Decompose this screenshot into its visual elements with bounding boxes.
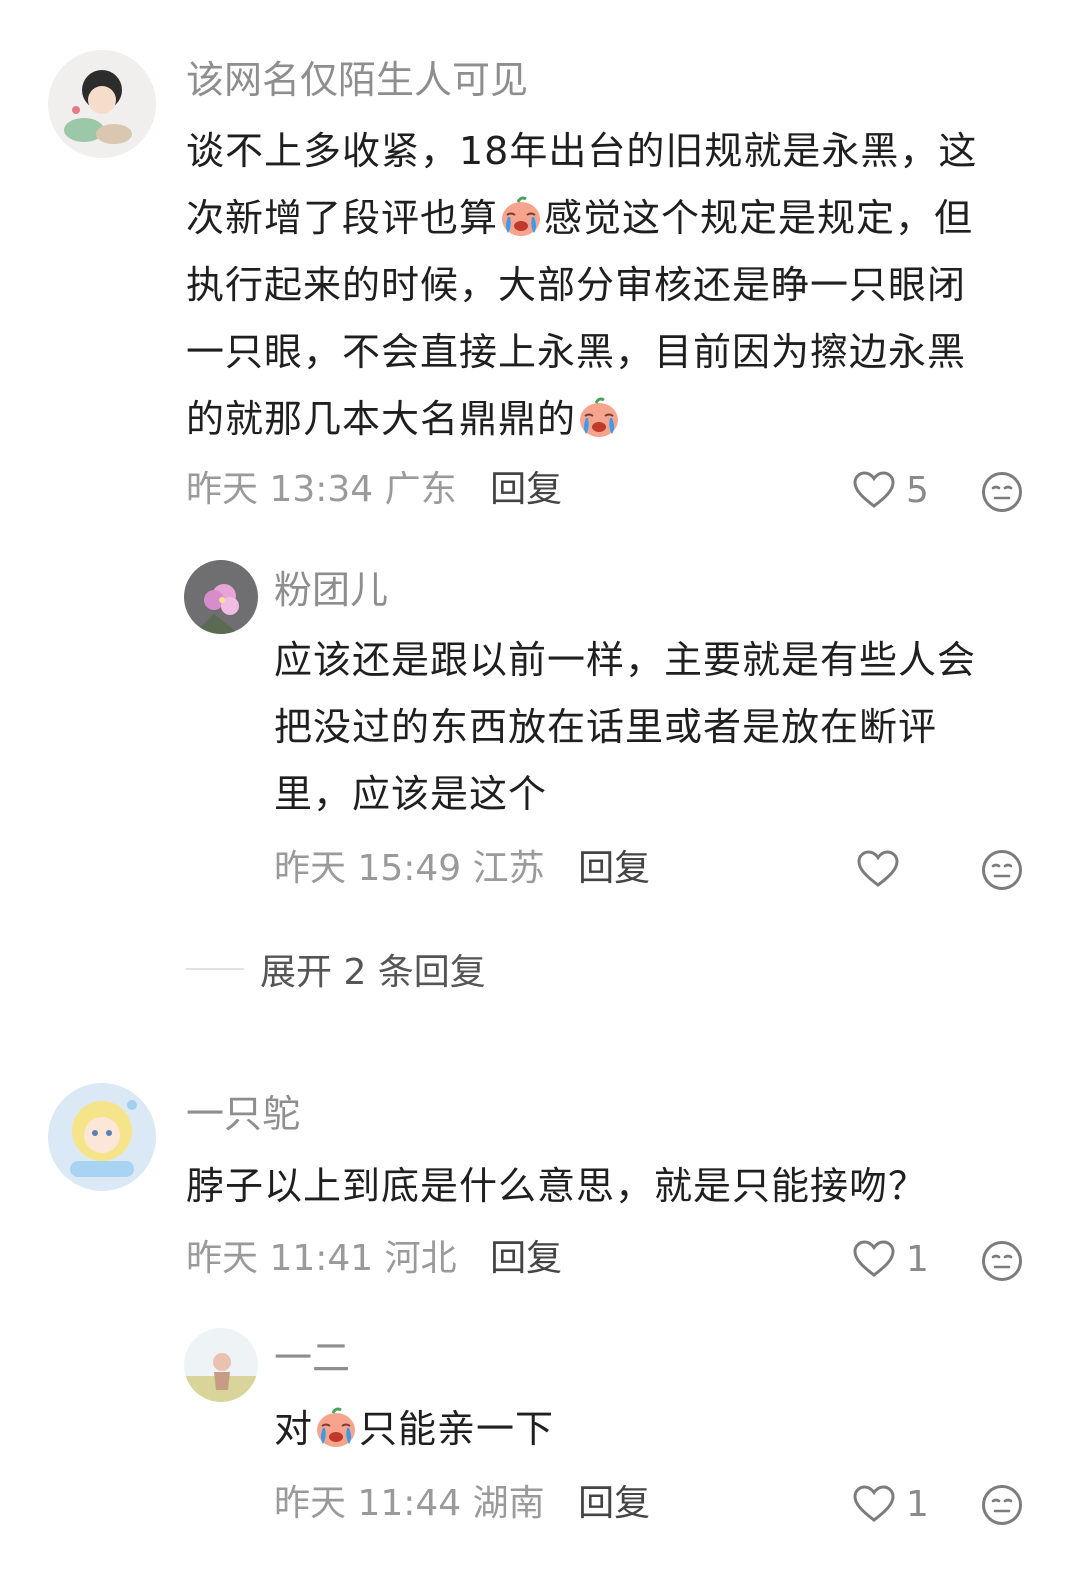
comment-text: 对只能亲一下 <box>274 1396 1064 1463</box>
timestamp: 昨天 11:44 <box>274 1483 462 1524</box>
timestamp: 昨天 13:34 <box>186 469 374 510</box>
expand-replies-label: 展开 2 条回复 <box>260 952 486 993</box>
heart-outline-icon <box>856 849 900 889</box>
username[interactable]: 粉团儿 <box>274 566 388 614</box>
comment-text-line: 里，应该是这个 <box>274 772 548 816</box>
comment-text-line: 一只眼，不会直接上永黑，目前因为擦边永黑 <box>186 330 967 374</box>
comment-text: 脖子以上到底是什么意思，就是只能接吻？ <box>186 1153 1056 1220</box>
like-count: 5 <box>906 469 929 511</box>
heart-outline-icon <box>852 1239 896 1279</box>
neutral-face-icon[interactable] <box>981 1484 1023 1526</box>
location: 湖南 <box>472 1483 545 1524</box>
expand-replies-button[interactable]: 展开 2 条回复 <box>186 945 486 993</box>
comment-text-line: 把没过的东西放在话里或者是放在断评 <box>274 705 938 749</box>
comment-meta: 昨天 13:34 广东 回复 <box>186 466 562 514</box>
location: 河北 <box>384 1238 457 1279</box>
avatar[interactable] <box>184 1328 258 1402</box>
comment-meta: 昨天 11:41 河北 回复 <box>186 1235 562 1283</box>
username[interactable]: 一二 <box>274 1334 350 1382</box>
like-button[interactable]: 5 <box>852 466 929 514</box>
heart-outline-icon <box>852 1484 896 1524</box>
reply-button[interactable]: 回复 <box>578 848 650 889</box>
like-button[interactable]: 1 <box>852 1235 929 1283</box>
timestamp: 昨天 11:41 <box>186 1238 374 1279</box>
username[interactable]: 一只鸵 <box>186 1090 300 1138</box>
avatar[interactable] <box>48 1083 156 1191</box>
comment-meta: 昨天 15:49 江苏 回复 <box>274 845 650 893</box>
divider <box>186 968 244 970</box>
like-count: 1 <box>906 1238 929 1280</box>
crying-face-emoji <box>498 193 544 239</box>
timestamp: 昨天 15:49 <box>274 848 462 889</box>
like-button[interactable]: 1 <box>852 1480 929 1528</box>
username[interactable]: 该网名仅陌生人可见 <box>186 56 528 104</box>
comment-text-line: 次新增了段评也算 感觉这个规定是规定，但 <box>186 185 1056 252</box>
crying-face-emoji <box>313 1404 359 1450</box>
heart-outline-icon <box>852 470 896 510</box>
avatar[interactable] <box>184 560 258 634</box>
comment-text-line: 应该还是跟以前一样，主要就是有些人会 <box>274 638 977 682</box>
neutral-face-icon[interactable] <box>981 471 1023 513</box>
comment-meta: 昨天 11:44 湖南 回复 <box>274 1480 650 1528</box>
comment-text: 谈不上多收紧，18年出台的旧规就是永黑，这 次新增了段评也算 感觉这个规定是规定，… <box>186 118 1056 453</box>
crying-face-emoji <box>576 394 622 440</box>
like-button[interactable] <box>856 845 910 893</box>
comment-text-line: 对只能亲一下 <box>274 1396 1064 1463</box>
reply-button[interactable]: 回复 <box>490 469 562 510</box>
comment-text-line: 的就那几本大名鼎鼎的 <box>186 386 1056 453</box>
reply-button[interactable]: 回复 <box>490 1238 562 1279</box>
comment-text-line: 脖子以上到底是什么意思，就是只能接吻？ <box>186 1164 928 1208</box>
neutral-face-icon[interactable] <box>981 1240 1023 1282</box>
location: 江苏 <box>472 848 545 889</box>
comment-text-line: 谈不上多收紧，18年出台的旧规就是永黑，这 <box>186 129 978 173</box>
avatar[interactable] <box>48 50 156 158</box>
reply-button[interactable]: 回复 <box>578 1483 650 1524</box>
like-count: 1 <box>906 1483 929 1525</box>
location: 广东 <box>384 469 457 510</box>
neutral-face-icon[interactable] <box>981 849 1023 891</box>
comment-text-line: 执行起来的时候，大部分审核还是睁一只眼闭 <box>186 263 967 307</box>
comment-text: 应该还是跟以前一样，主要就是有些人会 把没过的东西放在话里或者是放在断评 里，应… <box>274 627 1064 828</box>
